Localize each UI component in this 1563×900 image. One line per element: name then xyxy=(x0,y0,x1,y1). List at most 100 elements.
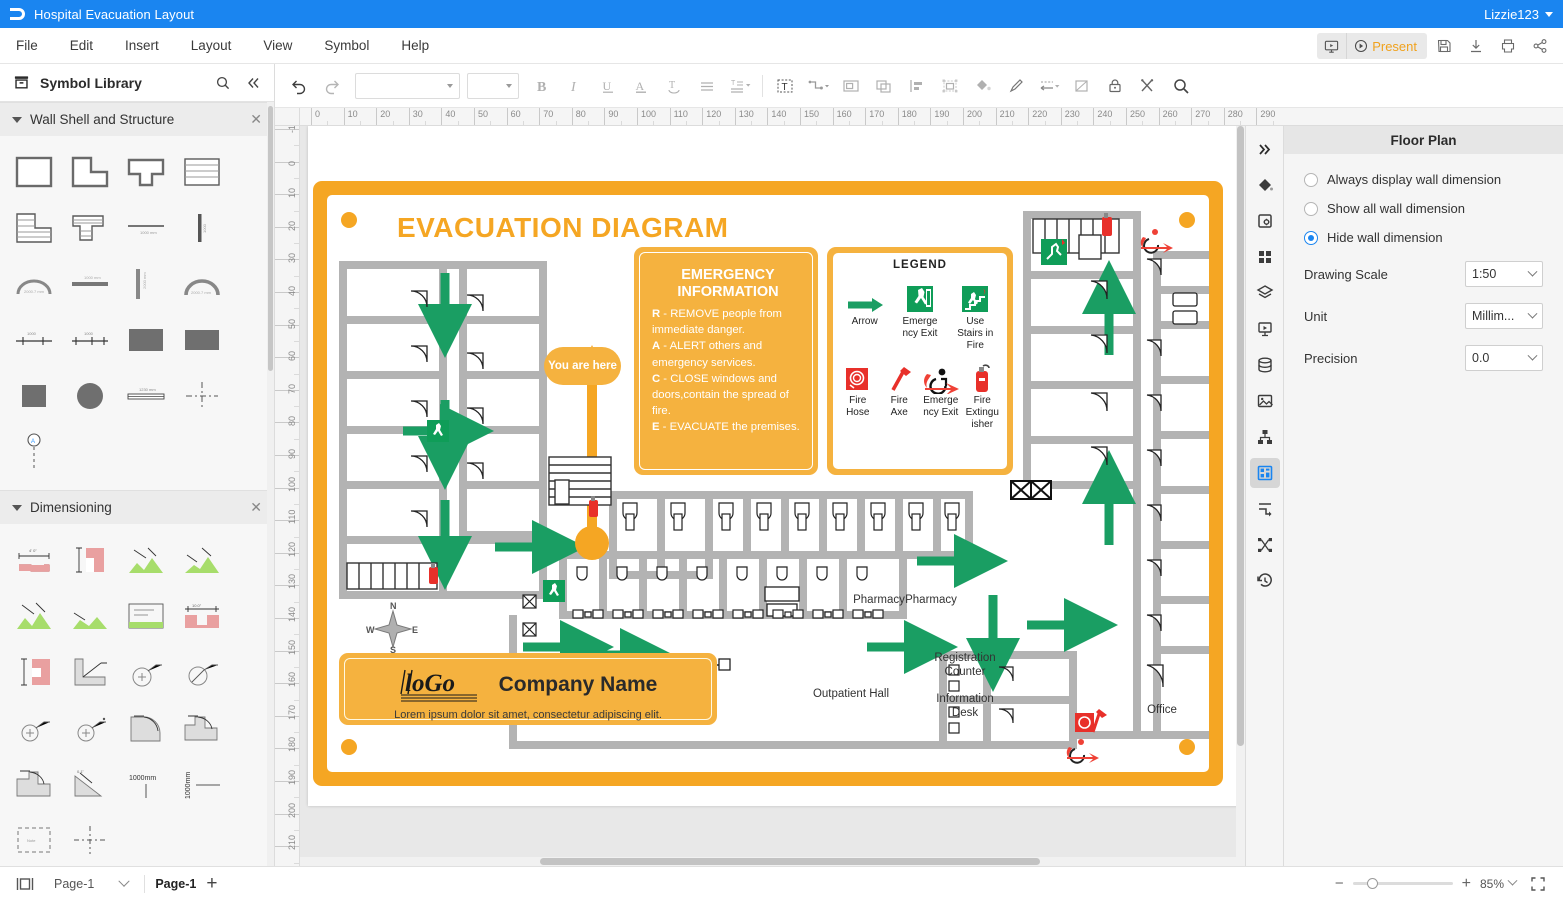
symbol-filled-square[interactable] xyxy=(10,372,58,420)
menu-file[interactable]: File xyxy=(0,28,54,64)
zoom-out-button[interactable]: − xyxy=(1335,875,1344,892)
font-family-select[interactable] xyxy=(355,72,460,99)
drawing-canvas[interactable]: EVACUATION DIAGRAM You are here EMERGENC… xyxy=(300,126,1245,866)
evacuation-poster[interactable]: EVACUATION DIAGRAM You are here EMERGENC… xyxy=(313,181,1223,786)
close-icon[interactable]: ✕ xyxy=(250,499,262,516)
zoom-slider[interactable] xyxy=(1352,878,1453,889)
page-select[interactable]: Page-1 xyxy=(48,875,134,891)
symbol-dim-angle-quarter[interactable] xyxy=(122,704,170,752)
zoom-slider-knob[interactable] xyxy=(1366,878,1378,889)
grid-icon[interactable] xyxy=(1250,242,1280,272)
symbol-arc-wall[interactable]: 2000.7 mm xyxy=(10,260,58,308)
line-spacing-icon[interactable]: T xyxy=(724,71,756,101)
zoom-in-button[interactable]: + xyxy=(1462,875,1471,893)
symbol-dashed-cross[interactable] xyxy=(66,816,114,864)
present-button[interactable]: Present xyxy=(1347,33,1427,59)
radio-hide-wall-dimension[interactable]: Hide wall dimension xyxy=(1304,230,1543,245)
symbol-filled-circle[interactable] xyxy=(66,372,114,420)
symbol-room-square[interactable] xyxy=(10,148,58,196)
fill-icon[interactable] xyxy=(1250,170,1280,200)
symbol-dim-circle-cross-3[interactable] xyxy=(66,704,114,752)
canvas-vertical-scrollbar[interactable] xyxy=(1236,126,1245,866)
symbol-room-square-lined[interactable] xyxy=(178,148,226,196)
print-icon[interactable] xyxy=(1493,33,1523,59)
symbol-dim-circle-cross-2[interactable] xyxy=(10,704,58,752)
symbol-filled-rect-1[interactable] xyxy=(122,316,170,364)
symbol-dim-corner-leader[interactable] xyxy=(66,648,114,696)
page-tab-page-1[interactable]: Page-1 xyxy=(155,877,196,891)
symbol-dim-slope-green-4[interactable] xyxy=(66,592,114,640)
symbol-dim-vertical-red[interactable] xyxy=(66,536,114,584)
align-icon[interactable] xyxy=(691,71,723,101)
frame-icon[interactable] xyxy=(835,71,867,101)
symbol-wall-thick[interactable]: 1000 mm xyxy=(66,260,114,308)
symbol-dim-angle-step-1[interactable] xyxy=(178,704,226,752)
collapse-left-icon[interactable] xyxy=(242,72,264,94)
user-menu[interactable]: Lizzie123 xyxy=(1484,7,1553,22)
symbol-dim-slope-green-1[interactable] xyxy=(122,536,170,584)
canvas-vscroll-thumb[interactable] xyxy=(1237,126,1244,746)
font-size-select[interactable] xyxy=(467,72,519,99)
zoom-level-select[interactable]: 85% xyxy=(1480,875,1518,891)
fullscreen-icon[interactable] xyxy=(1525,872,1551,896)
menu-insert[interactable]: Insert xyxy=(109,28,175,64)
org-chart-icon[interactable] xyxy=(1250,422,1280,452)
download-icon[interactable] xyxy=(1461,33,1491,59)
symbol-wall-vertical-2[interactable]: 2000 mm xyxy=(122,260,170,308)
align-objects-icon[interactable] xyxy=(901,71,933,101)
connector-icon[interactable] xyxy=(802,71,834,101)
undo-icon[interactable] xyxy=(283,71,315,101)
canvas-horizontal-scrollbar[interactable] xyxy=(300,857,1245,866)
font-color-icon[interactable]: A xyxy=(625,71,657,101)
group-header-dimensioning[interactable]: Dimensioning ✕ xyxy=(0,490,274,524)
presentation-icon[interactable] xyxy=(1250,314,1280,344)
symbol-dim-circle-radius[interactable] xyxy=(178,648,226,696)
text-box-icon[interactable]: T xyxy=(769,71,801,101)
menu-view[interactable]: View xyxy=(247,28,308,64)
page-setup-icon[interactable] xyxy=(1250,206,1280,236)
menu-help[interactable]: Help xyxy=(385,28,445,64)
bold-icon[interactable]: B xyxy=(526,71,558,101)
symbol-wall-horizontal[interactable]: 1000 mm xyxy=(122,204,170,252)
symbol-dim-triangle[interactable]: 0.1" xyxy=(66,760,114,808)
symbol-dim-length-label[interactable]: 1000mm xyxy=(122,760,170,808)
radio-show-all-wall-dimension[interactable]: Show all wall dimension xyxy=(1304,201,1543,216)
symbol-dim-slope-green-2[interactable] xyxy=(178,536,226,584)
duplicate-icon[interactable] xyxy=(868,71,900,101)
floor-plan-icon[interactable] xyxy=(1249,458,1280,488)
symbol-centerline[interactable] xyxy=(178,372,226,420)
group-icon[interactable] xyxy=(934,71,966,101)
image-icon[interactable] xyxy=(1250,386,1280,416)
shadow-icon[interactable] xyxy=(1066,71,1098,101)
horizontal-ruler[interactable]: 0 10 20 30 40 50 60 70 80 90 100 110 120 130 140 150 160… xyxy=(300,108,1563,126)
share-icon[interactable] xyxy=(1525,33,1555,59)
symbol-arc-wall-2[interactable]: 2000.7 mm xyxy=(178,260,226,308)
symbol-dim-notch-red[interactable]: 10.0" xyxy=(178,592,226,640)
underline-icon[interactable]: U xyxy=(592,71,624,101)
symbol-node-marker[interactable]: A xyxy=(10,428,58,476)
tools-icon[interactable] xyxy=(1132,71,1164,101)
redo-icon[interactable] xyxy=(316,71,348,101)
text-style-icon[interactable]: T xyxy=(658,71,690,101)
lock-icon[interactable] xyxy=(1099,71,1131,101)
symbol-room-l[interactable] xyxy=(66,148,114,196)
symbol-dim-horizontal-red[interactable]: 4' 0" xyxy=(10,536,58,584)
company-banner[interactable]: loGo Company Name Lorem ipsum dolor sit … xyxy=(339,653,717,725)
symbol-room-t-lined[interactable] xyxy=(66,204,114,252)
italic-icon[interactable]: I xyxy=(559,71,591,101)
symbol-room-t[interactable] xyxy=(122,148,170,196)
menu-layout[interactable]: Layout xyxy=(175,28,248,64)
drawing-scale-select[interactable]: 1:50 xyxy=(1465,261,1543,287)
slideshow-icon[interactable] xyxy=(1317,33,1348,59)
line-style-icon[interactable] xyxy=(1033,71,1065,101)
search-canvas-icon[interactable] xyxy=(1165,71,1197,101)
indent-icon[interactable] xyxy=(1250,494,1280,524)
diagram-page[interactable]: EVACUATION DIAGRAM You are here EMERGENC… xyxy=(308,126,1245,806)
symbol-dim-line-1[interactable]: 1000 xyxy=(10,316,58,364)
database-icon[interactable] xyxy=(1250,350,1280,380)
symbol-dim-vertical-notch-red[interactable] xyxy=(10,648,58,696)
history-icon[interactable] xyxy=(1250,566,1280,596)
add-page-button[interactable]: + xyxy=(206,874,217,893)
you-are-here-marker[interactable]: You are here xyxy=(544,347,621,385)
symbol-dim-section-green[interactable] xyxy=(122,592,170,640)
